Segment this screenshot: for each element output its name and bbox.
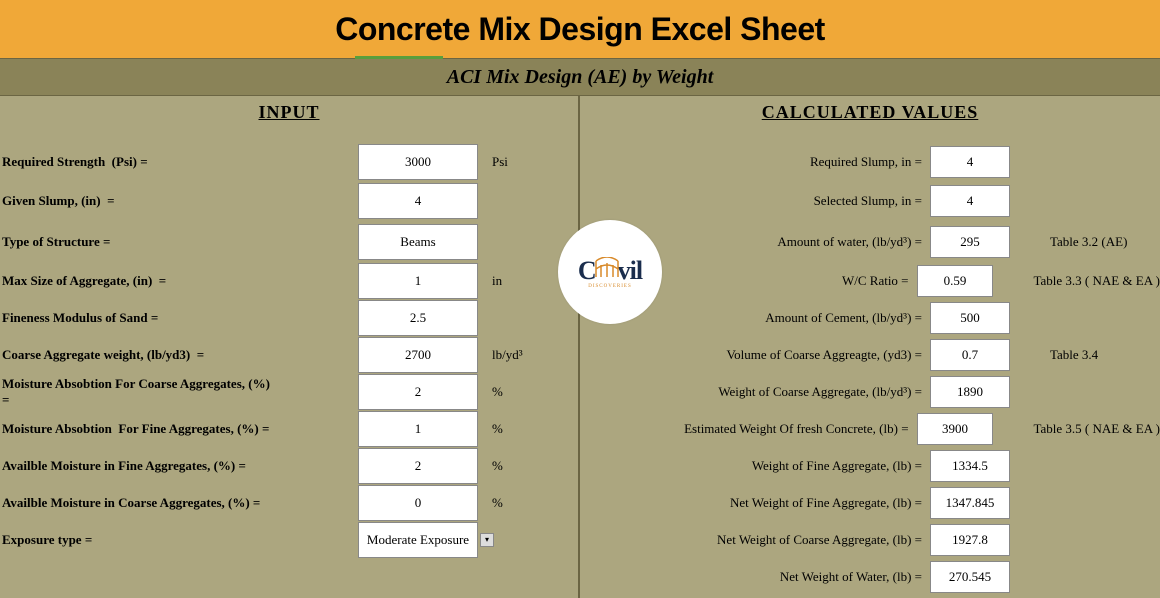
input-label: Coarse Aggregate weight, (lb/yd3) = [0, 347, 270, 363]
calc-ref: Table 3.3 ( NAE & EA ) [993, 273, 1160, 289]
input-unit: % [478, 458, 538, 474]
calc-cell-fresh-concrete-weight: 3900 [917, 413, 994, 445]
calc-row: Net Weight of Fine Aggregate, (lb) = 134… [580, 484, 1160, 521]
input-label: Given Slump, (in) = [0, 193, 270, 209]
calc-row: Selected Slump, in = 4 [580, 180, 1160, 221]
input-cell-coarse-weight[interactable]: 2700 [358, 337, 478, 373]
logo-letters-vil: vil [618, 256, 642, 286]
calc-row: Net Weight of Water, (lb) = 270.545 [580, 558, 1160, 595]
calc-row: Required Slump, in = 4 [580, 143, 1160, 180]
input-cell-exposure-type[interactable]: Moderate Exposure [358, 522, 478, 558]
input-row: Moisture Absobtion For Coarse Aggregates… [0, 373, 578, 410]
input-row: Availble Moisture in Fine Aggregates, (%… [0, 447, 578, 484]
calc-cell-net-water-weight: 270.545 [930, 561, 1010, 593]
input-label: Moisture Absobtion For Coarse Aggregates… [0, 376, 270, 408]
input-unit: % [478, 421, 538, 437]
input-row: Coarse Aggregate weight, (lb/yd3) = 2700… [0, 336, 578, 373]
bridge-icon [594, 256, 620, 278]
banner: Concrete Mix Design Excel Sheet [0, 0, 1160, 58]
calc-cell-coarse-weight: 1890 [930, 376, 1010, 408]
calc-row: Weight of Coarse Aggregate, (lb/yd³) = 1… [580, 373, 1160, 410]
input-cell-max-aggregate[interactable]: 1 [358, 263, 478, 299]
input-row: Exposure type = Moderate Exposure ▾ [0, 521, 578, 558]
calc-row: Estimated Weight Of fresh Concrete, (lb)… [580, 410, 1160, 447]
input-label: Moisture Absobtion For Fine Aggregates, … [0, 421, 270, 437]
calc-row: Net Weight of Coarse Aggregate, (lb) = 1… [580, 521, 1160, 558]
calc-label: Net Weight of Fine Aggregate, (lb) = [580, 495, 930, 511]
input-label: Required Strength (Psi) = [0, 154, 270, 170]
input-unit: % [478, 384, 538, 400]
calc-label: Selected Slump, in = [580, 193, 930, 209]
calc-ref: Table 3.5 ( NAE & EA ) [993, 421, 1160, 437]
input-row: Given Slump, (in) = 4 [0, 180, 578, 221]
input-row: Moisture Absobtion For Fine Aggregates, … [0, 410, 578, 447]
content-area: INPUT Required Strength (Psi) = 3000 Psi… [0, 96, 1160, 598]
input-unit: in [478, 273, 538, 289]
calc-label: Weight of Coarse Aggregate, (lb/yd³) = [580, 384, 930, 400]
input-unit: lb/yd³ [478, 347, 538, 363]
input-cell-given-slump[interactable]: 4 [358, 183, 478, 219]
calc-cell-net-coarse-weight: 1927.8 [930, 524, 1010, 556]
calc-cell-required-slump: 4 [930, 146, 1010, 178]
calc-row: W/C Ratio = 0.59 Table 3.3 ( NAE & EA ) [580, 262, 1160, 299]
calculated-panel: CALCULATED VALUES Required Slump, in = 4… [580, 96, 1160, 598]
calc-label: Net Weight of Coarse Aggregate, (lb) = [580, 532, 930, 548]
logo-badge: C vil DISCOVERIES [558, 220, 662, 324]
input-cell-moisture-coarse-abs[interactable]: 2 [358, 374, 478, 410]
input-unit: Psi [478, 154, 538, 170]
calc-cell-selected-slump: 4 [930, 185, 1010, 217]
logo-subtext: DISCOVERIES [588, 284, 632, 289]
calc-cell-cement-amount: 500 [930, 302, 1010, 334]
input-unit: % [478, 495, 538, 511]
input-cell-moisture-fine-abs[interactable]: 1 [358, 411, 478, 447]
input-row: Type of Structure = Beams [0, 221, 578, 262]
calc-label: Net Weight of Water, (lb) = [580, 569, 930, 585]
input-row: Required Strength (Psi) = 3000 Psi [0, 143, 578, 180]
calc-row: Volume of Coarse Aggreagte, (yd3) = 0.7 … [580, 336, 1160, 373]
sheet-title-bar: ACI Mix Design (AE) by Weight [0, 58, 1160, 96]
logo-text: C vil [578, 256, 642, 286]
calc-row: Amount of water, (lb/yd³) = 295 Table 3.… [580, 221, 1160, 262]
calc-cell-net-fine-weight: 1347.845 [930, 487, 1010, 519]
calc-row: Amount of Cement, (lb/yd³) = 500 [580, 299, 1160, 336]
input-label: Fineness Modulus of Sand = [0, 310, 270, 326]
calculated-heading: CALCULATED VALUES [580, 102, 1160, 123]
calc-label: Weight of Fine Aggregate, (lb) = [580, 458, 930, 474]
input-cell-fineness-modulus[interactable]: 2.5 [358, 300, 478, 336]
input-row: Availble Moisture in Coarse Aggregates, … [0, 484, 578, 521]
calc-label: Estimated Weight Of fresh Concrete, (lb)… [580, 421, 917, 437]
input-label: Availble Moisture in Coarse Aggregates, … [0, 495, 270, 511]
calc-ref: Table 3.4 [1010, 347, 1098, 363]
input-cell-avail-moisture-fine[interactable]: 2 [358, 448, 478, 484]
sheet-title-text: ACI Mix Design (AE) by Weight [447, 66, 714, 89]
calc-label: Volume of Coarse Aggreagte, (yd3) = [580, 347, 930, 363]
input-label: Type of Structure = [0, 234, 270, 250]
input-cell-structure-type[interactable]: Beams [358, 224, 478, 260]
input-row: Max Size of Aggregate, (in) = 1 in [0, 262, 578, 299]
input-label: Max Size of Aggregate, (in) = [0, 273, 270, 289]
input-cell-required-strength[interactable]: 3000 [358, 144, 478, 180]
calc-label: Required Slump, in = [580, 154, 930, 170]
calc-cell-wc-ratio: 0.59 [917, 265, 994, 297]
input-cell-avail-moisture-coarse[interactable]: 0 [358, 485, 478, 521]
input-heading: INPUT [0, 102, 578, 123]
input-label: Exposure type = [0, 532, 270, 548]
input-row: Fineness Modulus of Sand = 2.5 [0, 299, 578, 336]
calc-ref: Table 3.2 (AE) [1010, 234, 1127, 250]
input-panel: INPUT Required Strength (Psi) = 3000 Psi… [0, 96, 580, 598]
banner-title: Concrete Mix Design Excel Sheet [335, 11, 825, 48]
dropdown-icon[interactable]: ▾ [480, 533, 494, 547]
calc-cell-coarse-volume: 0.7 [930, 339, 1010, 371]
calc-cell-water-amount: 295 [930, 226, 1010, 258]
input-label: Availble Moisture in Fine Aggregates, (%… [0, 458, 270, 474]
calc-cell-fine-weight: 1334.5 [930, 450, 1010, 482]
calc-row: Weight of Fine Aggregate, (lb) = 1334.5 [580, 447, 1160, 484]
